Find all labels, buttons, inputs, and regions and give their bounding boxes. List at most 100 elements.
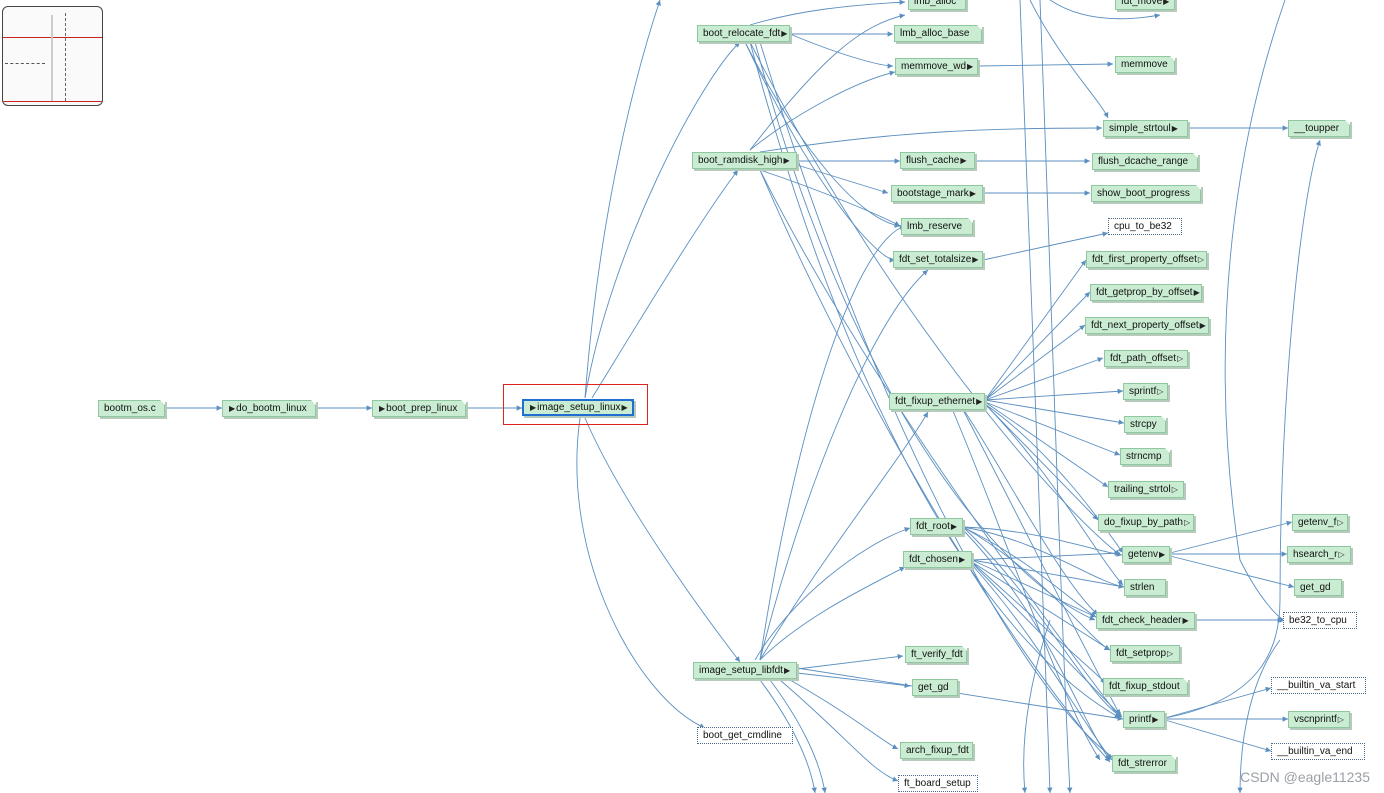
node-fdt-fixup-stdout[interactable]: fdt_fixup_stdout bbox=[1103, 678, 1188, 695]
node-toupper[interactable]: __toupper bbox=[1288, 120, 1350, 137]
expand-arrow-icon[interactable]: ▶ bbox=[959, 555, 965, 564]
node-label: flush_dcache_range bbox=[1098, 156, 1189, 167]
expand-arrow-icon[interactable]: ▶ bbox=[967, 62, 973, 71]
node-lmb-alloc[interactable]: lmb_alloc bbox=[908, 0, 966, 10]
node-ft-board-setup[interactable]: ft_board_setup bbox=[898, 775, 978, 792]
node-label: fdt_root bbox=[916, 521, 950, 532]
node-boot-prep-linux[interactable]: ▶boot_prep_linux bbox=[372, 400, 466, 417]
node-fdt-first-property-offset[interactable]: fdt_first_property_offset▷ bbox=[1086, 251, 1207, 268]
node-builtin-va-end[interactable]: __builtin_va_end bbox=[1271, 743, 1365, 760]
node-do-bootm-linux[interactable]: ▶do_bootm_linux bbox=[222, 400, 316, 417]
node-ft-verify-fdt[interactable]: ft_verify_fdt bbox=[905, 646, 967, 663]
node-getenv-f[interactable]: getenv_f▷ bbox=[1292, 514, 1348, 531]
node-fdt-chosen[interactable]: fdt_chosen▶ bbox=[903, 551, 972, 568]
node-arch-fixup-fdt[interactable]: arch_fixup_fdt bbox=[900, 742, 973, 759]
watermark-text: CSDN @eagle11235 bbox=[1240, 769, 1370, 785]
node-trailing-strtol[interactable]: trailing_strtol▷ bbox=[1108, 481, 1184, 498]
node-label: hsearch_r bbox=[1293, 549, 1338, 560]
node-lmb-reserve[interactable]: lmb_reserve bbox=[901, 218, 973, 235]
node-label: fdt_chosen bbox=[909, 554, 958, 565]
expand-arrow-icon[interactable]: ▶ bbox=[970, 189, 976, 198]
node-do-fixup-by-path[interactable]: do_fixup_by_path▷ bbox=[1098, 514, 1194, 531]
node-builtin-va-start[interactable]: __builtin_va_start bbox=[1271, 677, 1366, 694]
node-label: fdt_set_totalsize bbox=[899, 254, 972, 265]
node-label: printf bbox=[1129, 714, 1152, 725]
node-fdt-setprop[interactable]: fdt_setprop▷ bbox=[1110, 645, 1180, 662]
fold-corner-icon bbox=[1161, 416, 1166, 421]
expand-arrow-icon[interactable]: ▶ bbox=[784, 156, 790, 165]
expand-arrow-icon[interactable]: ▷ bbox=[1198, 255, 1204, 264]
node-label: get_gd bbox=[1300, 582, 1331, 593]
expand-arrow-icon[interactable]: ▷ bbox=[1172, 485, 1178, 494]
fold-corner-icon bbox=[977, 25, 982, 30]
minimap-overview[interactable] bbox=[2, 6, 103, 106]
node-label: boot_ramdisk_high bbox=[698, 155, 783, 166]
expand-arrow-icon[interactable]: ▶ bbox=[1163, 0, 1169, 6]
node-memmove[interactable]: memmove bbox=[1115, 56, 1175, 73]
expand-arrow-icon[interactable]: ▷ bbox=[1337, 518, 1343, 527]
node-printf[interactable]: printf▶ bbox=[1123, 711, 1165, 728]
node-label: image_setup_linux bbox=[537, 402, 621, 413]
node-fdt-check-header[interactable]: fdt_check_header▶ bbox=[1096, 612, 1195, 629]
node-boot-ramdisk-high[interactable]: boot_ramdisk_high▶ bbox=[692, 152, 797, 169]
expand-arrow-icon[interactable]: ▶ bbox=[951, 522, 957, 531]
expand-arrow-icon[interactable]: ▶ bbox=[1194, 288, 1200, 297]
expand-arrow-icon[interactable]: ▶ bbox=[1200, 321, 1206, 330]
expand-arrow-icon[interactable]: ▶ bbox=[229, 404, 235, 413]
expand-arrow-icon[interactable]: ▶ bbox=[972, 255, 978, 264]
expand-arrow-icon[interactable]: ▷ bbox=[1338, 550, 1344, 559]
node-simple-strtoul[interactable]: simple_strtoul▶ bbox=[1103, 120, 1188, 137]
node-fdt-next-property-offset[interactable]: fdt_next_property_offset▶ bbox=[1085, 317, 1209, 334]
expand-arrow-icon[interactable]: ▶ bbox=[976, 397, 982, 406]
node-get-gd[interactable]: get_gd bbox=[912, 679, 958, 696]
expand-arrow-icon[interactable]: ▶ bbox=[960, 156, 966, 165]
node-fdt-root[interactable]: fdt_root▶ bbox=[910, 518, 963, 535]
node-bootm-os-c[interactable]: bootm_os.c bbox=[98, 400, 165, 417]
node-label: memmove_wd bbox=[901, 61, 967, 72]
node-sprintf[interactable]: sprintf▷ bbox=[1123, 383, 1168, 400]
node-fdt-move[interactable]: fdt_move▶ bbox=[1115, 0, 1175, 10]
expand-arrow-icon[interactable]: ▷ bbox=[1177, 354, 1183, 363]
node-fdt-set-totalsize[interactable]: fdt_set_totalsize▶ bbox=[893, 251, 983, 268]
expand-arrow-icon[interactable]: ▶ bbox=[1159, 550, 1165, 559]
node-fdt-getprop-by-offset[interactable]: fdt_getprop_by_offset▶ bbox=[1090, 284, 1202, 301]
node-boot-get-cmdline[interactable]: boot_get_cmdline bbox=[697, 727, 793, 744]
expand-arrow-icon[interactable]: ▷ bbox=[1157, 387, 1163, 396]
node-fdt-fixup-ethernet[interactable]: fdt_fixup_ethernet▶ bbox=[889, 393, 985, 410]
node-get-gd-2[interactable]: get_gd bbox=[1294, 579, 1342, 596]
node-getenv[interactable]: getenv▶ bbox=[1122, 546, 1170, 563]
node-cpu-to-be32[interactable]: cpu_to_be32 bbox=[1108, 218, 1182, 235]
expand-arrow-icon[interactable]: ▷ bbox=[1338, 715, 1344, 724]
node-image-setup-linux[interactable]: ▶image_setup_linux▶ bbox=[522, 399, 634, 416]
node-memmove-wd[interactable]: memmove_wd▶ bbox=[895, 58, 978, 75]
expand-arrow-icon[interactable]: ▷ bbox=[1167, 649, 1173, 658]
expand-right-arrow-icon[interactable]: ▶ bbox=[622, 403, 628, 412]
node-flush-cache[interactable]: flush_cache▶ bbox=[900, 152, 975, 169]
expand-arrow-icon[interactable]: ▶ bbox=[530, 403, 536, 412]
node-label: bootm_os.c bbox=[104, 403, 156, 414]
node-image-setup-libfdt[interactable]: image_setup_libfdt▶ bbox=[693, 662, 797, 679]
node-strcpy[interactable]: strcpy bbox=[1124, 416, 1166, 433]
expand-arrow-icon[interactable]: ▶ bbox=[784, 666, 790, 675]
expand-arrow-icon[interactable]: ▶ bbox=[781, 29, 787, 38]
node-flush-dcache-range[interactable]: flush_dcache_range bbox=[1092, 153, 1198, 170]
expand-arrow-icon[interactable]: ▷ bbox=[1184, 518, 1190, 527]
node-bootstage-mark[interactable]: bootstage_mark▶ bbox=[891, 185, 983, 202]
node-label: fdt_fixup_stdout bbox=[1109, 681, 1180, 692]
expand-arrow-icon[interactable]: ▶ bbox=[379, 404, 385, 413]
node-boot-relocate-fdt[interactable]: boot_relocate_fdt▶ bbox=[697, 25, 790, 42]
node-strncmp[interactable]: strncmp bbox=[1120, 448, 1170, 465]
expand-arrow-icon[interactable]: ▶ bbox=[1183, 616, 1189, 625]
node-label: fdt_check_header bbox=[1102, 615, 1182, 626]
node-vscnprintf[interactable]: vscnprintf▷ bbox=[1288, 711, 1350, 728]
node-fdt-strerror[interactable]: fdt_strerror bbox=[1112, 755, 1176, 772]
expand-arrow-icon[interactable]: ▶ bbox=[1152, 715, 1158, 724]
node-hsearch-r[interactable]: hsearch_r▷ bbox=[1287, 546, 1351, 563]
node-label: fdt_move bbox=[1121, 0, 1163, 7]
node-fdt-path-offset[interactable]: fdt_path_offset▷ bbox=[1104, 350, 1188, 367]
node-be32-to-cpu[interactable]: be32_to_cpu bbox=[1283, 612, 1357, 629]
node-show-boot-progress[interactable]: show_boot_progress bbox=[1091, 185, 1201, 202]
node-strlen[interactable]: strlen bbox=[1124, 579, 1166, 596]
node-lmb-alloc-base[interactable]: lmb_alloc_base bbox=[894, 25, 982, 42]
expand-arrow-icon[interactable]: ▶ bbox=[1172, 124, 1178, 133]
